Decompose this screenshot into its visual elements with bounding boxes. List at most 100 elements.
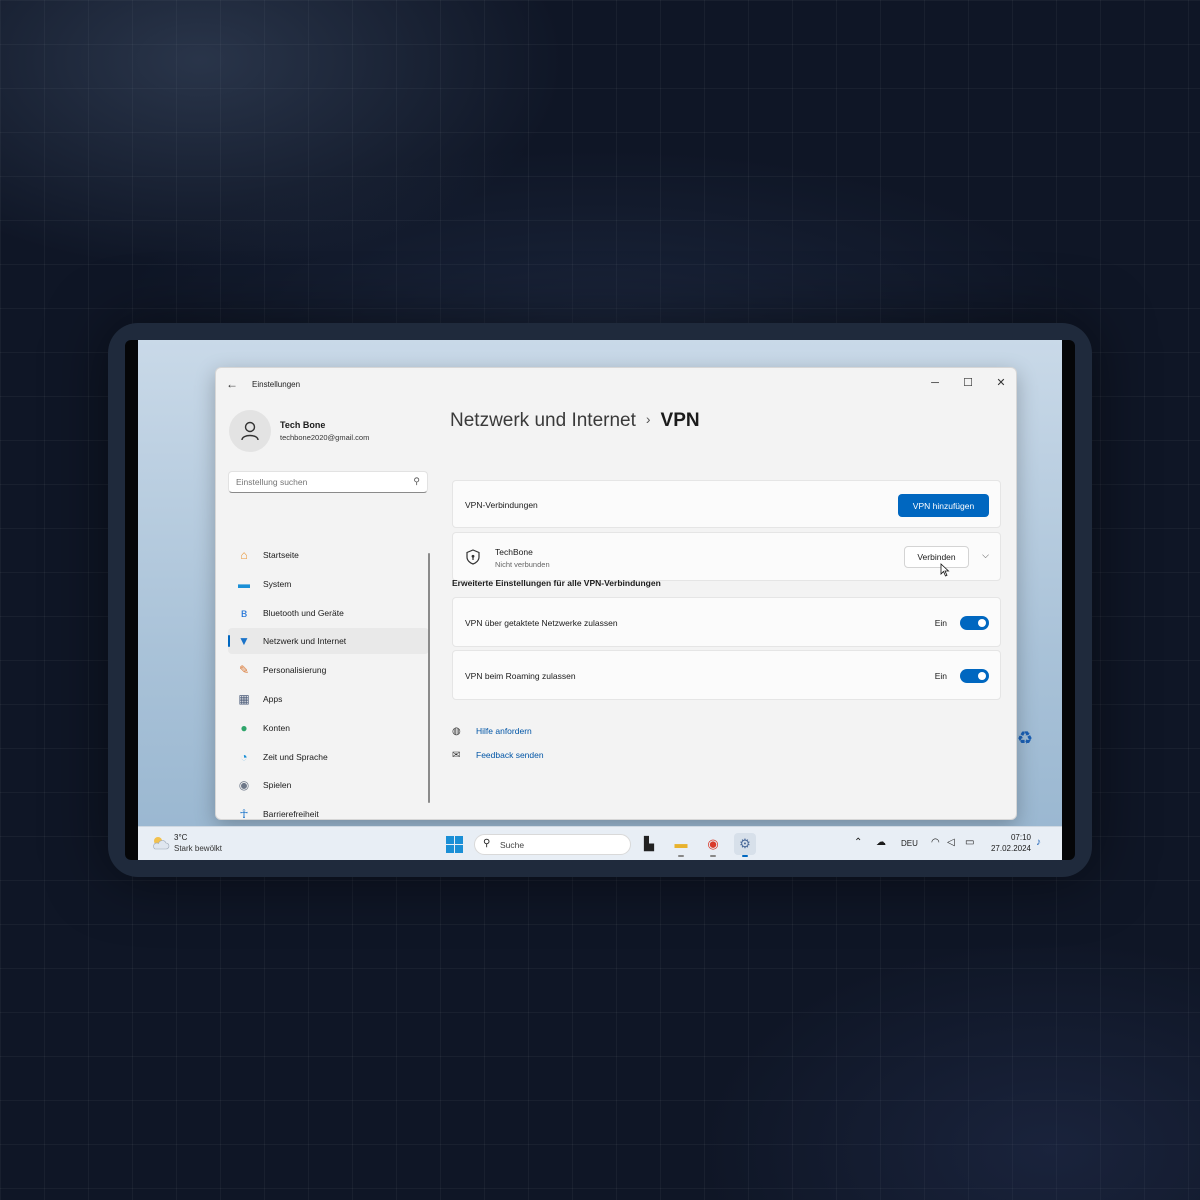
sidebar-item-label: Barrierefreiheit [263,809,319,820]
language-indicator[interactable]: DEU [901,839,918,848]
person-icon [241,421,259,441]
desktop-screen: ♻ ← Einstellungen ─ ☐ ✕ Tech Bone techbo… [138,340,1062,860]
user-email: techbone2020@gmail.com [280,433,370,442]
settings-search[interactable]: ⚲ [228,471,428,493]
cloud-weather-icon[interactable] [150,835,170,851]
toggle-switch-metered[interactable] [960,616,989,630]
clock-time: 07:10 [1010,833,1031,842]
main-content: Netzwerk und Internet › VPN VPN-Verbindung… [440,400,1016,819]
sidebar-item-label: Spielen [263,780,292,791]
toggle-knob [978,672,986,680]
minimize-button[interactable]: ─ [920,373,950,393]
sidebar-item-zeit-und-sprache[interactable]: ◔ Zeit und Sprache [228,744,429,770]
sidebar-item-netzwerk-und-internet[interactable]: ▼ Netzwerk und Internet [228,628,429,655]
toggle-label-roaming: VPN beim Roaming zulassen [465,671,576,681]
wifi-icon: ▼ [238,634,250,649]
toggle-row-metered: VPN über getaktete Netzwerke zulassen Ei… [452,597,1001,647]
sidebar-item-barrierefreiheit[interactable]: ☥ Barrierefreiheit [228,801,429,820]
title-bar: ← Einstellungen ─ ☐ ✕ [216,368,1016,400]
home-icon: ⌂ [240,548,248,562]
wifi-icon[interactable]: ◠ [931,837,940,848]
weather-temperature[interactable]: 3°C [174,833,187,842]
vpn-shield-icon [466,549,480,565]
file-explorer-icon[interactable]: ▬ [670,833,692,857]
apps-icon: ▦ [238,692,250,706]
task-view-icon[interactable]: ▙ [638,833,660,855]
search-input[interactable] [229,472,399,492]
sidebar-item-spielen[interactable]: ◉ Spielen [228,772,429,798]
chrome-icon[interactable]: ◉ [702,833,724,857]
taskbar: 3°C Stark bewölkt ⚲ Suche ▙ ▬ ◉ ⚙ ⌃ ☁ DE… [138,826,1062,860]
connect-button[interactable]: Verbinden [904,546,969,568]
help-link[interactable]: ◍ Hilfe anfordern [452,726,532,737]
notification-bell-icon[interactable]: ♪ [1036,837,1041,848]
sidebar-item-label: Apps [263,694,283,704]
sidebar-item-label: Konten [263,722,290,733]
account-icon: ● [240,720,248,735]
add-vpn-button[interactable]: VPN hinzufügen [898,494,989,517]
vpn-connection-row[interactable]: TechBone Nicht verbunden Verbinden ⌵ [452,532,1001,581]
sidebar-item-startseite[interactable]: ⌂ Startseite [228,542,429,568]
brush-icon: ✎ [238,663,250,678]
page-title: VPN [660,410,700,431]
avatar[interactable] [229,410,271,452]
toggle-switch-roaming[interactable] [960,669,989,683]
feedback-icon: ✉ [452,750,461,761]
sidebar-scrollbar[interactable] [428,553,430,803]
breadcrumb: Netzwerk und Internet › VPN [450,410,700,432]
gamepad-icon: ◉ [238,778,250,793]
sidebar-item-label: Personalisierung [263,665,327,676]
connection-name: TechBone [495,547,533,557]
accessibility-icon: ☥ [239,807,249,820]
volume-icon[interactable]: ◁ [947,837,955,848]
user-name: Tech Bone [280,420,326,430]
toggle-state-metered: Ein [934,618,947,628]
taskbar-clock[interactable]: 07:10 27.02.2024 [989,832,1031,854]
sidebar-item-apps[interactable]: ▦ Apps [228,686,429,712]
tray-overflow-icon[interactable]: ⌃ [854,837,862,848]
clock-date: 27.02.2024 [990,844,1031,853]
vpn-connections-label: VPN-Verbindungen [465,500,538,510]
globe-clock-icon: ◔ [240,749,248,764]
toggle-knob [978,619,986,627]
search-icon[interactable]: ⚲ [413,476,420,487]
expand-chevron-icon[interactable]: ⌵ [982,550,989,561]
breadcrumb-parent[interactable]: Netzwerk und Internet [450,410,636,431]
close-button[interactable]: ✕ [986,373,1016,393]
battery-icon[interactable]: ▭ [965,837,974,848]
sidebar-item-personalisierung[interactable]: ✎ Personalisierung [228,657,429,683]
toggle-label-metered: VPN über getaktete Netzwerke zulassen [465,618,618,628]
app-title: Einstellungen [252,380,301,389]
weather-description[interactable]: Stark bewölkt [174,844,222,853]
windows-start-icon[interactable] [446,836,463,853]
help-icon: ◍ [452,726,461,737]
running-indicator [710,855,716,857]
toggle-state-roaming: Ein [934,671,947,681]
taskbar-search[interactable]: ⚲ Suche [474,834,631,855]
running-indicator [678,855,684,857]
sidebar: Tech Bone techbone2020@gmail.com ⚲ ⌂ Star… [216,400,440,820]
sidebar-item-label: Startseite [263,550,299,560]
toggle-row-roaming: VPN beim Roaming zulassen Ein [452,650,1001,700]
breadcrumb-separator-icon: › [645,411,651,427]
running-indicator [742,855,748,857]
vpn-connections-card: VPN-Verbindungen VPN hinzufügen [452,480,1001,528]
sidebar-item-bluetooth-und-geräte[interactable]: ʙ Bluetooth und Geräte [228,600,429,626]
mouse-cursor-icon [940,563,950,577]
settings-window: ← Einstellungen ─ ☐ ✕ Tech Bone techbone… [215,367,1017,820]
sidebar-item-system[interactable]: ▬ System [228,571,429,597]
monitor-icon: ▬ [238,576,250,591]
settings-gear-icon[interactable]: ⚙ [734,833,756,857]
connection-status: Nicht verbunden [495,560,550,569]
maximize-button[interactable]: ☐ [953,373,983,393]
sidebar-item-label: Bluetooth und Geräte [263,607,344,618]
active-indicator [228,635,230,648]
back-button[interactable]: ← [226,377,242,391]
sidebar-item-label: Netzwerk und Internet [263,636,347,647]
feedback-link-label: Feedback senden [476,750,544,760]
sidebar-item-konten[interactable]: ● Konten [228,715,429,741]
feedback-link[interactable]: ✉ Feedback senden [452,750,544,761]
onedrive-cloud-icon[interactable]: ☁ [876,837,886,848]
sidebar-item-label: System [263,578,292,589]
help-link-label: Hilfe anfordern [476,726,532,736]
